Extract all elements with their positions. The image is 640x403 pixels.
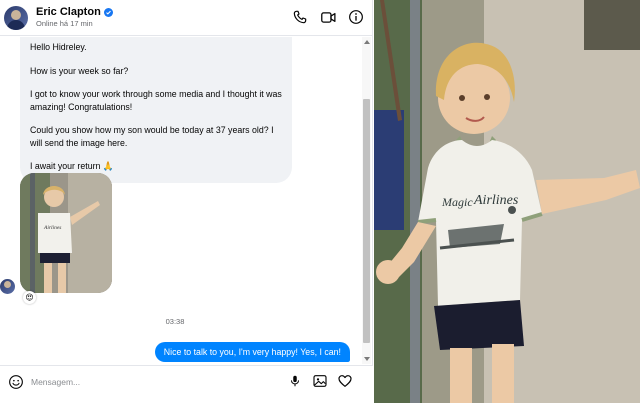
chat-panel: Eric Clapton Online há 17 min Hello Hidr… <box>0 0 373 403</box>
contact-avatar[interactable] <box>4 5 28 30</box>
image-upload-button[interactable] <box>312 372 328 390</box>
sender-avatar <box>0 279 15 294</box>
scroll-up-arrow-icon[interactable] <box>364 40 370 44</box>
message-timestamp: 03:38 <box>165 317 185 326</box>
message-line: Could you show how my son would be today… <box>30 125 274 148</box>
video-call-icon <box>320 11 336 23</box>
shirt-text-line1: Magic <box>441 195 473 209</box>
contact-status: Online há 17 min <box>36 19 93 29</box>
scrollbar-thumb[interactable] <box>363 99 370 343</box>
verified-badge-icon <box>103 7 113 17</box>
microphone-icon <box>291 375 299 387</box>
emoji-icon <box>9 375 23 389</box>
message-list[interactable]: Hello Hidreley. How is your week so far?… <box>0 37 373 364</box>
child-photo-large: Magic Airlines <box>374 0 640 403</box>
contact-name: Eric Clapton <box>36 6 101 19</box>
shirt-text: Airlines <box>43 225 61 231</box>
voice-message-button[interactable] <box>287 372 303 390</box>
message-composer <box>0 365 373 403</box>
like-button[interactable] <box>337 372 353 390</box>
info-icon <box>349 10 363 24</box>
phone-button[interactable] <box>291 8 309 26</box>
header-actions <box>291 8 365 26</box>
outgoing-message: Nice to talk to you, I'm very happy! Yes… <box>154 342 350 362</box>
emoji-button[interactable] <box>8 374 24 390</box>
image-icon <box>313 375 327 387</box>
reaction-badge[interactable]: 😍 <box>23 291 36 304</box>
scroll-down-arrow-icon[interactable] <box>364 357 370 361</box>
child-photo-image: Magic Airlines <box>374 0 640 403</box>
message-input[interactable] <box>31 374 271 390</box>
heart-icon <box>338 375 352 387</box>
phone-icon <box>293 10 307 24</box>
composer-actions <box>287 372 353 390</box>
message-line: Hello Hidreley. <box>30 42 87 52</box>
message-line: I got to know your work through some med… <box>30 89 282 112</box>
message-line: How is your week so far? <box>30 65 129 76</box>
chat-header: Eric Clapton Online há 17 min <box>0 0 373 36</box>
contact-name-row: Eric Clapton <box>36 6 113 18</box>
shirt-text-line2: Airlines <box>473 193 519 208</box>
incoming-message: Hello Hidreley. How is your week so far?… <box>20 37 292 183</box>
scrollbar[interactable] <box>362 37 371 364</box>
message-line: I await your return 🙏 <box>30 161 114 171</box>
info-button[interactable] <box>347 8 365 26</box>
video-call-button[interactable] <box>319 8 337 26</box>
child-photo-thumbnail: Airlines <box>20 173 112 293</box>
image-message[interactable]: Airlines <box>20 173 112 293</box>
contact-info[interactable]: Eric Clapton Online há 17 min <box>36 6 113 28</box>
